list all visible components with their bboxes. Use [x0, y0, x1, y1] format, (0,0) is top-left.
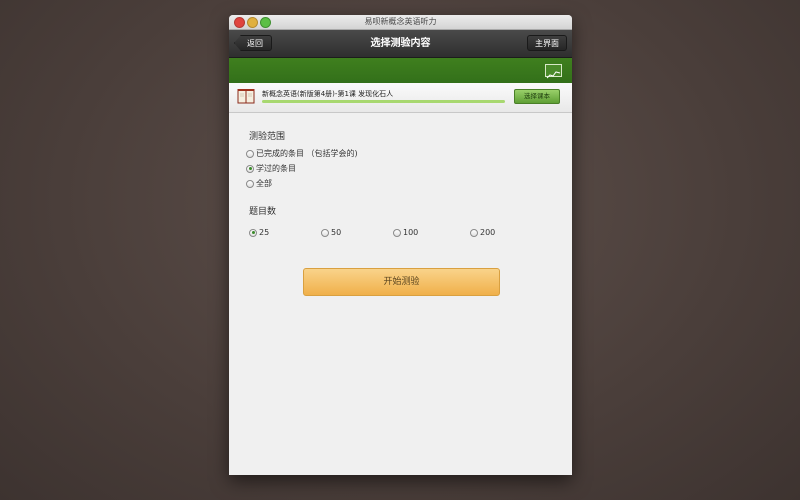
- title-bar: 易呗新概念英语听力: [229, 15, 572, 30]
- count-option-200[interactable]: 200: [470, 228, 495, 237]
- radio-button[interactable]: [246, 149, 254, 158]
- count-option-50[interactable]: 50: [321, 228, 341, 237]
- radio-button[interactable]: [246, 179, 254, 188]
- count-option-label: 100: [403, 228, 419, 237]
- app-window: 易呗新概念英语听力 返回 选择测验内容 主界面 新概念英语(新版第4册)-第1课…: [229, 15, 572, 475]
- home-button[interactable]: 主界面: [527, 35, 567, 51]
- green-toolbar: [229, 58, 572, 83]
- book-icon: [237, 89, 255, 104]
- range-label: 测验范围: [249, 132, 286, 142]
- radio-button[interactable]: [393, 228, 401, 237]
- select-book-button[interactable]: 选择课本: [514, 89, 560, 104]
- start-test-button[interactable]: 开始测验: [303, 268, 500, 296]
- range-option-label: 已完成的条目 （包括学会的): [256, 149, 358, 158]
- count-label: 题目数: [249, 207, 277, 217]
- book-bar: 新概念英语(新版第4册)-第1课 发现化石人 选择课本: [229, 83, 572, 113]
- count-option-100[interactable]: 100: [393, 228, 418, 237]
- window-title: 易呗新概念英语听力: [364, 17, 437, 26]
- count-option-25[interactable]: 25: [249, 228, 269, 237]
- count-option-label: 200: [480, 228, 496, 237]
- range-option-label: 全部: [256, 179, 272, 188]
- radio-button[interactable]: [470, 228, 478, 237]
- range-option-all[interactable]: 全部: [246, 178, 272, 189]
- radio-button[interactable]: [249, 228, 257, 237]
- chart-icon[interactable]: [545, 64, 562, 79]
- count-option-label: 25: [259, 228, 270, 237]
- nav-bar: 返回 选择测验内容 主界面: [229, 30, 572, 58]
- book-title: 新概念英语(新版第4册)-第1课 发现化石人: [262, 90, 394, 98]
- book-progress-bar: [262, 100, 505, 103]
- radio-button[interactable]: [321, 228, 329, 237]
- radio-button[interactable]: [246, 164, 254, 173]
- range-option-completed[interactable]: 已完成的条目 （包括学会的): [246, 148, 358, 159]
- count-option-label: 50: [331, 228, 342, 237]
- range-option-learned[interactable]: 学过的条目: [246, 163, 296, 174]
- range-option-label: 学过的条目: [256, 164, 296, 173]
- page-title: 选择测验内容: [370, 38, 431, 49]
- chart-line-icon: [546, 71, 561, 79]
